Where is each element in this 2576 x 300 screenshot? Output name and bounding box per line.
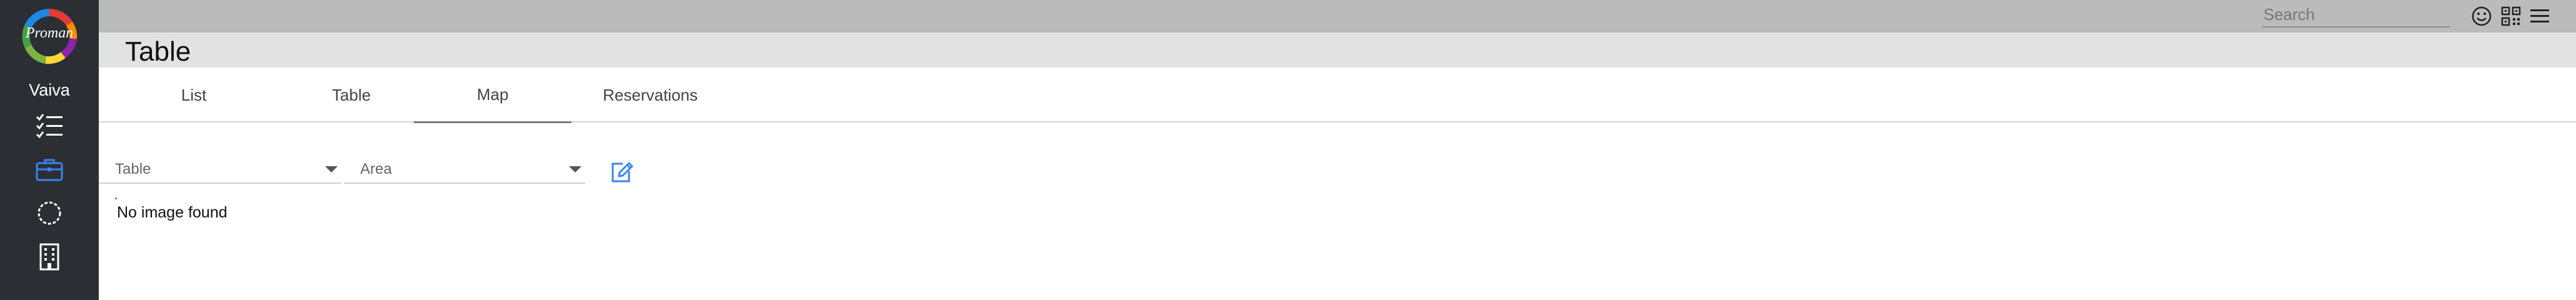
table-select[interactable]: Table: [99, 156, 341, 184]
briefcase-icon: [35, 157, 64, 185]
sidebar-item-loading[interactable]: [0, 192, 99, 236]
workspace-name: Vaiva: [29, 81, 70, 99]
sidebar-item-work[interactable]: [0, 149, 99, 192]
image-placeholder-dot: [115, 198, 117, 199]
qr-code-icon[interactable]: [2497, 2, 2525, 30]
chevron-down-icon: [325, 166, 338, 172]
page-title: Table: [125, 36, 191, 67]
title-bar: Table: [99, 32, 2576, 68]
no-image-message: No image found: [117, 204, 228, 221]
proman-logo[interactable]: Proman: [21, 8, 78, 65]
sidebar-item-tasks[interactable]: [0, 105, 99, 149]
search-input[interactable]: [2262, 2, 2450, 26]
area-select[interactable]: Area: [344, 156, 585, 184]
sidebar-item-buildings[interactable]: [0, 236, 99, 280]
table-select-placeholder: Table: [115, 161, 151, 178]
tab-map[interactable]: Map: [414, 68, 571, 123]
circle-dashed-icon: [36, 199, 63, 230]
tab-reservations[interactable]: Reservations: [571, 68, 729, 122]
tab-table[interactable]: Table: [273, 68, 430, 122]
area-select-placeholder: Area: [360, 161, 392, 178]
tab-bar: List Table Map Reservations: [99, 68, 2576, 123]
checklist-icon: [35, 113, 64, 141]
tab-list[interactable]: List: [115, 68, 273, 122]
top-bar: [99, 0, 2576, 32]
hamburger-menu-icon[interactable]: [2526, 2, 2553, 30]
smiley-icon[interactable]: [2468, 2, 2495, 30]
edit-button[interactable]: [606, 159, 636, 189]
building-icon: [37, 242, 62, 274]
edit-icon: [608, 159, 635, 189]
sidebar: Proman Vaiva: [0, 0, 99, 300]
search-box[interactable]: [2262, 2, 2450, 28]
logo-text: Proman: [25, 25, 74, 41]
chevron-down-icon: [569, 166, 581, 172]
